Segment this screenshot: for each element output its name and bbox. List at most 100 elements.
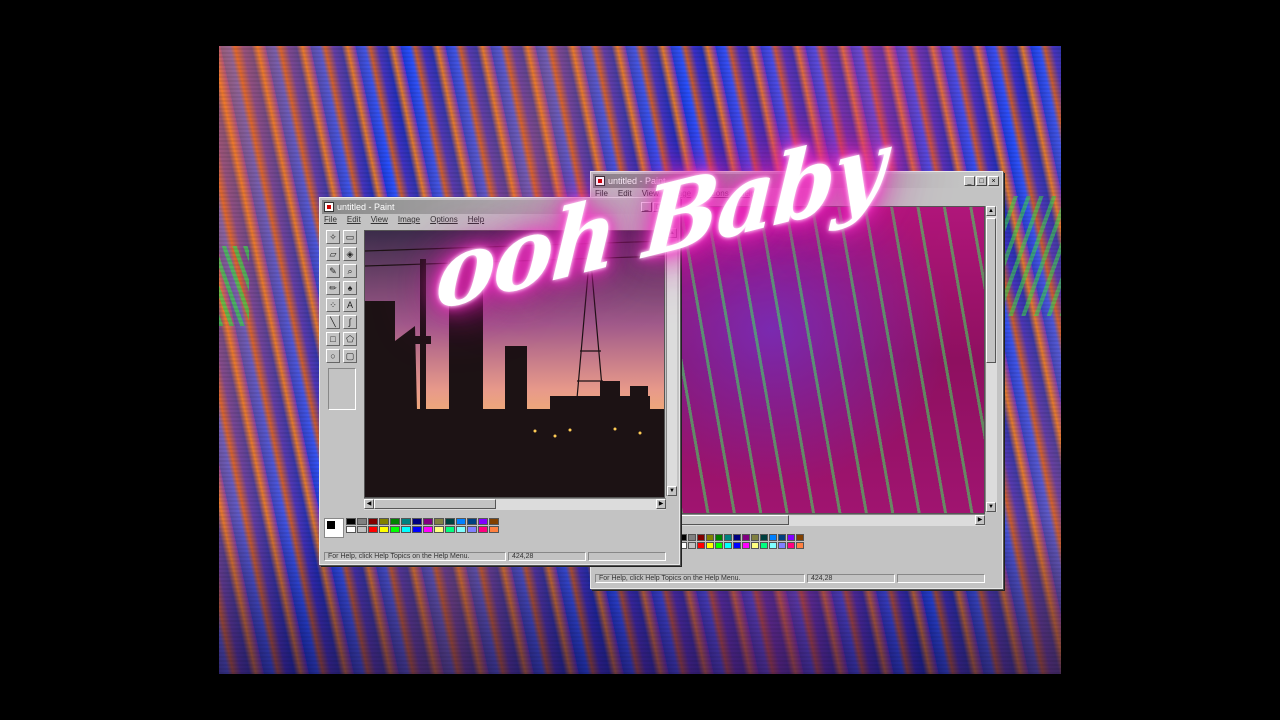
paint-app-icon	[324, 202, 334, 212]
fill-tool-icon[interactable]: ◈	[343, 247, 357, 261]
eraser-tool-icon[interactable]: ▱	[326, 247, 340, 261]
palette-swatch[interactable]	[390, 518, 400, 525]
palette-swatch[interactable]	[368, 518, 378, 525]
palette-swatch[interactable]	[715, 542, 723, 549]
scroll-thumb[interactable]	[986, 218, 996, 363]
vertical-scrollbar[interactable]: ▲ ▼	[985, 206, 997, 512]
select-tool-icon[interactable]: ▭	[343, 230, 357, 244]
palette-swatch[interactable]	[697, 534, 705, 541]
menu-edit[interactable]: Edit	[347, 215, 361, 227]
minimize-button[interactable]: _	[964, 176, 975, 186]
palette-swatch[interactable]	[688, 534, 696, 541]
text-tool-icon[interactable]: A	[343, 298, 357, 312]
palette-swatch[interactable]	[489, 518, 499, 525]
palette-swatch[interactable]	[769, 534, 777, 541]
palette-swatch[interactable]	[357, 518, 367, 525]
palette-swatch[interactable]	[368, 526, 378, 533]
palette-swatch[interactable]	[733, 534, 741, 541]
palette-swatch[interactable]	[742, 542, 750, 549]
palette-swatch[interactable]	[357, 526, 367, 533]
palette-swatch[interactable]	[796, 542, 804, 549]
status-bar: For Help, click Help Topics on the Help …	[324, 550, 674, 562]
palette-swatch[interactable]	[478, 518, 488, 525]
menu-file[interactable]: File	[324, 215, 337, 227]
close-button[interactable]: ×	[988, 176, 999, 186]
palette-swatch[interactable]	[423, 518, 433, 525]
palette-swatch[interactable]	[379, 526, 389, 533]
line-tool-icon[interactable]: ╲	[326, 315, 340, 329]
tool-options-box	[328, 368, 356, 410]
rectangle-tool-icon[interactable]: □	[326, 332, 340, 346]
palette-swatch[interactable]	[346, 526, 356, 533]
horizontal-scrollbar[interactable]: ▶	[679, 514, 985, 526]
scroll-down-arrow[interactable]: ▼	[667, 486, 677, 496]
color-palette	[346, 518, 499, 533]
palette-swatch[interactable]	[787, 534, 795, 541]
scroll-right-arrow[interactable]: ▶	[656, 499, 666, 509]
palette-swatch[interactable]	[688, 542, 696, 549]
rounded-rectangle-tool-icon[interactable]: ▢	[343, 349, 357, 363]
scroll-up-arrow[interactable]: ▲	[986, 206, 996, 216]
status-help-text: For Help, click Help Topics on the Help …	[324, 551, 506, 561]
palette-swatch[interactable]	[751, 542, 759, 549]
pencil-tool-icon[interactable]: ✏	[326, 281, 340, 295]
palette-swatch[interactable]	[706, 542, 714, 549]
palette-swatch[interactable]	[715, 534, 723, 541]
scroll-thumb[interactable]	[374, 499, 496, 509]
cursor-coordinates: 424,28	[508, 551, 586, 561]
scroll-down-arrow[interactable]: ▼	[986, 502, 996, 512]
palette-swatch[interactable]	[787, 542, 795, 549]
palette-swatch[interactable]	[733, 542, 741, 549]
cursor-coordinates: 424,28	[807, 573, 895, 583]
palette-swatch[interactable]	[697, 542, 705, 549]
palette-swatch[interactable]	[379, 518, 389, 525]
scroll-right-arrow[interactable]: ▶	[975, 515, 985, 525]
menu-image[interactable]: Image	[398, 215, 420, 227]
palette-swatch[interactable]	[478, 526, 488, 533]
palette-swatch[interactable]	[724, 542, 732, 549]
palette-swatch[interactable]	[434, 526, 444, 533]
palette-swatch[interactable]	[401, 526, 411, 533]
palette-swatch[interactable]	[401, 518, 411, 525]
ellipse-tool-icon[interactable]: ○	[326, 349, 340, 363]
palette-swatch[interactable]	[445, 526, 455, 533]
palette-swatch[interactable]	[679, 534, 687, 541]
palette-swatch[interactable]	[390, 526, 400, 533]
palette-swatch[interactable]	[412, 526, 422, 533]
palette-swatch[interactable]	[467, 526, 477, 533]
palette-swatch[interactable]	[423, 526, 433, 533]
magnifier-tool-icon[interactable]: ⌕	[343, 264, 357, 278]
selection-size	[897, 573, 985, 583]
palette-swatch[interactable]	[778, 542, 786, 549]
palette-swatch[interactable]	[742, 534, 750, 541]
palette-swatch[interactable]	[751, 534, 759, 541]
palette-swatch[interactable]	[445, 518, 455, 525]
palette-swatch[interactable]	[796, 534, 804, 541]
palette-swatch[interactable]	[489, 526, 499, 533]
palette-swatch[interactable]	[412, 518, 422, 525]
airbrush-tool-icon[interactable]: ⁘	[326, 298, 340, 312]
brush-tool-icon[interactable]: ♠	[343, 281, 357, 295]
palette-swatch[interactable]	[706, 534, 714, 541]
palette-swatch[interactable]	[769, 542, 777, 549]
free-select-tool-icon[interactable]: ✧	[326, 230, 340, 244]
palette-swatch[interactable]	[760, 542, 768, 549]
current-colors[interactable]	[324, 518, 344, 538]
palette-swatch[interactable]	[724, 534, 732, 541]
palette-swatch[interactable]	[434, 518, 444, 525]
polygon-tool-icon[interactable]: ⬠	[343, 332, 357, 346]
palette-swatch[interactable]	[456, 518, 466, 525]
palette-swatch[interactable]	[679, 542, 687, 549]
palette-swatch[interactable]	[760, 534, 768, 541]
palette-swatch[interactable]	[456, 526, 466, 533]
scroll-thumb[interactable]	[679, 515, 789, 525]
curve-tool-icon[interactable]: ∫	[343, 315, 357, 329]
palette-swatch[interactable]	[467, 518, 477, 525]
palette-swatch[interactable]	[778, 534, 786, 541]
maximize-button[interactable]: □	[976, 176, 987, 186]
scroll-left-arrow[interactable]: ◀	[364, 499, 374, 509]
menu-view[interactable]: View	[371, 215, 388, 227]
pick-color-tool-icon[interactable]: ✎	[326, 264, 340, 278]
palette-swatch[interactable]	[346, 518, 356, 525]
horizontal-scrollbar[interactable]: ◀ ▶	[364, 498, 666, 510]
